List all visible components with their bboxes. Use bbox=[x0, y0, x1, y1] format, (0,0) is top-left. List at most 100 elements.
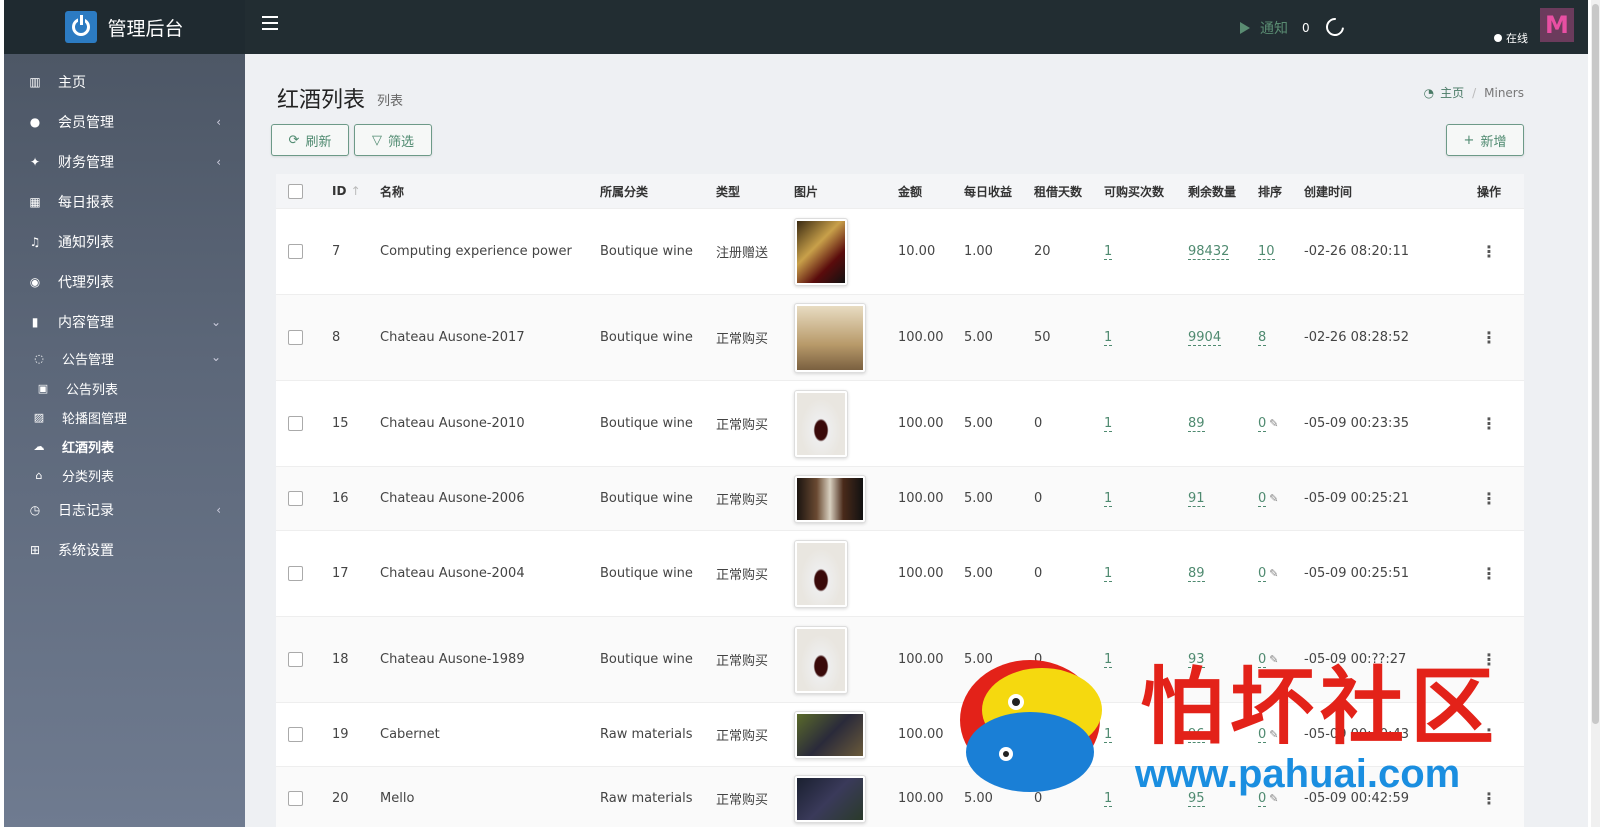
plus-icon: + bbox=[1463, 132, 1475, 148]
sort-editable[interactable]: 0 bbox=[1258, 491, 1267, 507]
sort-editable[interactable]: 0 bbox=[1258, 566, 1267, 582]
sidebar-item-settings[interactable]: ⊞ 系统设置 bbox=[4, 530, 245, 570]
sidebar-item-label: 代理列表 bbox=[58, 275, 114, 291]
sidebar-item-announcement-list[interactable]: ▣ 公告列表 bbox=[4, 374, 245, 403]
cell-remaining: 98432 bbox=[1178, 244, 1248, 260]
remaining-editable[interactable]: 91 bbox=[1188, 491, 1205, 507]
row-checkbox[interactable] bbox=[276, 491, 322, 506]
remaining-editable[interactable]: 89 bbox=[1188, 416, 1205, 432]
row-checkbox[interactable] bbox=[276, 791, 322, 806]
cell-remaining: 91 bbox=[1178, 491, 1248, 507]
dark-mode-moon-icon[interactable] bbox=[1322, 14, 1348, 40]
header-id[interactable]: ID ↑ bbox=[322, 184, 370, 198]
sidebar-item-label: 通知列表 bbox=[58, 235, 114, 251]
chevron-down-icon: ⌄ bbox=[210, 315, 221, 329]
row-checkbox[interactable] bbox=[276, 566, 322, 581]
sidebar-item-daily-report[interactable]: ▦ 每日报表 bbox=[4, 182, 245, 222]
wine-thumbnail[interactable] bbox=[794, 774, 866, 823]
cell-days: 20 bbox=[1034, 244, 1051, 259]
header-amount: 金额 bbox=[898, 184, 923, 199]
filter-button[interactable]: ▽ 筛选 bbox=[354, 124, 432, 156]
sidebar-item-notifications[interactable]: ♫ 通知列表 bbox=[4, 222, 245, 262]
more-actions-icon[interactable]: ⋮ bbox=[1481, 414, 1497, 433]
cell-actions: ⋮ bbox=[1464, 489, 1514, 508]
row-checkbox[interactable] bbox=[276, 244, 322, 259]
buy-times-editable[interactable]: 1 bbox=[1104, 727, 1113, 743]
row-checkbox[interactable] bbox=[276, 727, 322, 742]
add-button[interactable]: + 新增 bbox=[1446, 124, 1524, 156]
sort-editable[interactable]: 0 bbox=[1258, 416, 1267, 432]
brand[interactable]: 管理后台 bbox=[4, 0, 245, 54]
sidebar-item-categories[interactable]: ⌂ 分类列表 bbox=[4, 461, 245, 490]
avatar[interactable]: M bbox=[1540, 8, 1574, 42]
cell-sort: 8 bbox=[1248, 330, 1294, 346]
row-checkbox[interactable] bbox=[276, 330, 322, 345]
more-actions-icon[interactable]: ⋮ bbox=[1481, 328, 1497, 347]
select-all-checkbox[interactable] bbox=[276, 183, 322, 199]
remaining-editable[interactable]: 89 bbox=[1188, 566, 1205, 582]
cell-sort: 10 bbox=[1248, 244, 1294, 260]
cell-amount: 100.00 bbox=[898, 330, 944, 345]
row-checkbox[interactable] bbox=[276, 652, 322, 667]
cell-actions: ⋮ bbox=[1464, 414, 1514, 433]
sidebar-item-finance[interactable]: ✦ 财务管理 ‹ bbox=[4, 142, 245, 182]
more-actions-icon[interactable]: ⋮ bbox=[1481, 789, 1497, 808]
more-actions-icon[interactable]: ⋮ bbox=[1481, 489, 1497, 508]
wine-thumbnail[interactable] bbox=[794, 474, 866, 523]
wine-thumbnail[interactable] bbox=[794, 625, 848, 694]
filter-icon: ▽ bbox=[371, 132, 382, 148]
cell-created: -05-09 00:23:35 bbox=[1304, 416, 1409, 431]
sidebar-item-wine-list[interactable]: ☁ 红酒列表 bbox=[4, 432, 245, 461]
cell-sort: 0 ✎ bbox=[1248, 416, 1294, 432]
user-status-text: 在线 bbox=[1506, 32, 1528, 45]
sidebar-item-announcements[interactable]: ◌ 公告管理 ⌄ bbox=[4, 342, 245, 374]
row-checkbox[interactable] bbox=[276, 416, 322, 431]
buy-times-editable[interactable]: 1 bbox=[1104, 330, 1113, 346]
refresh-button[interactable]: ⟳ 刷新 bbox=[271, 124, 349, 156]
header-remaining: 剩余数量 bbox=[1188, 184, 1237, 199]
cell-category: Boutique wine bbox=[600, 491, 693, 506]
pencil-icon[interactable]: ✎ bbox=[1269, 567, 1278, 580]
buy-times-editable[interactable]: 1 bbox=[1104, 652, 1113, 668]
cell-remaining: 89 bbox=[1178, 566, 1248, 582]
remaining-editable[interactable]: 98432 bbox=[1188, 244, 1230, 260]
buy-times-editable[interactable]: 1 bbox=[1104, 566, 1113, 582]
user-icon: ● bbox=[29, 115, 41, 129]
cell-category: Boutique wine bbox=[600, 244, 693, 259]
remaining-editable[interactable]: 9904 bbox=[1188, 330, 1222, 346]
breadcrumb-home[interactable]: 主页 bbox=[1440, 84, 1464, 101]
sidebar-item-carousel[interactable]: ▨ 轮播图管理 bbox=[4, 403, 245, 432]
wine-thumbnail[interactable] bbox=[794, 539, 848, 608]
sidebar-item-home[interactable]: ▥ 主页 bbox=[4, 62, 245, 102]
sidebar-item-label: 内容管理 bbox=[58, 315, 114, 331]
sidebar-item-members[interactable]: ● 会员管理 ‹ bbox=[4, 102, 245, 142]
pencil-icon[interactable]: ✎ bbox=[1269, 492, 1278, 505]
buy-times-editable[interactable]: 1 bbox=[1104, 791, 1113, 807]
cell-daily: 5.00 bbox=[964, 566, 993, 581]
sidebar-item-logs[interactable]: ◷ 日志记录 ‹ bbox=[4, 490, 245, 530]
wine-thumbnail[interactable] bbox=[794, 217, 848, 286]
wine-thumbnail[interactable] bbox=[794, 389, 848, 458]
more-actions-icon[interactable]: ⋮ bbox=[1481, 564, 1497, 583]
menu-toggle-icon[interactable] bbox=[262, 16, 278, 30]
buy-times-editable[interactable]: 1 bbox=[1104, 491, 1113, 507]
notification-button[interactable]: 通知 0 bbox=[1240, 18, 1310, 38]
page-scrollbar[interactable] bbox=[1591, 0, 1600, 827]
sort-editable[interactable]: 10 bbox=[1258, 244, 1275, 260]
sidebar-item-label: 分类列表 bbox=[62, 470, 115, 485]
cell-days: 0 bbox=[1034, 652, 1043, 667]
sidebar-item-label: 日志记录 bbox=[58, 503, 114, 519]
cell-actions: ⋮ bbox=[1464, 564, 1514, 583]
cell-amount: 10.00 bbox=[898, 244, 936, 259]
pencil-icon[interactable]: ✎ bbox=[1269, 417, 1278, 430]
sidebar-item-agents[interactable]: ◉ 代理列表 bbox=[4, 262, 245, 302]
buy-times-editable[interactable]: 1 bbox=[1104, 416, 1113, 432]
sidebar-item-content[interactable]: ▮ 内容管理 ⌄ bbox=[4, 302, 245, 342]
cell-id: 19 bbox=[332, 727, 349, 742]
wine-thumbnail[interactable] bbox=[794, 302, 866, 373]
sort-editable[interactable]: 8 bbox=[1258, 330, 1267, 346]
more-actions-icon[interactable]: ⋮ bbox=[1481, 242, 1497, 261]
buy-times-editable[interactable]: 1 bbox=[1104, 244, 1113, 260]
play-icon bbox=[1240, 22, 1250, 34]
wine-thumbnail[interactable] bbox=[794, 710, 866, 759]
